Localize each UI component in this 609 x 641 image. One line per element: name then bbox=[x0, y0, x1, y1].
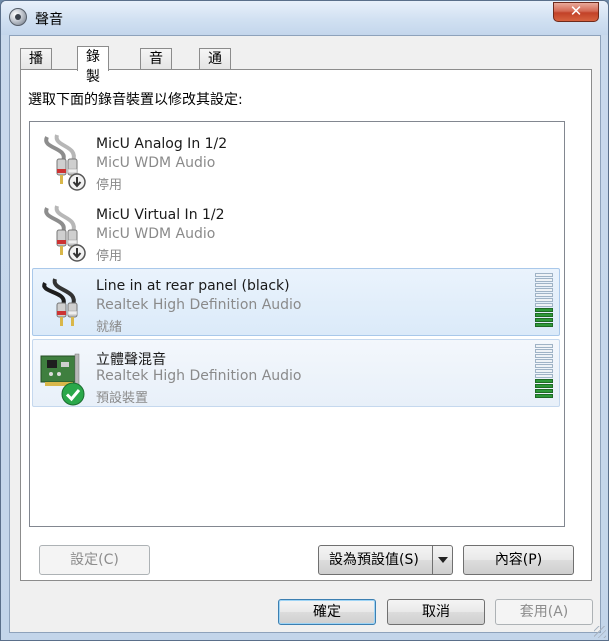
level-meter-segment bbox=[535, 389, 553, 393]
tab-sounds[interactable]: 音效 bbox=[140, 48, 172, 87]
level-meter-segment bbox=[535, 323, 553, 327]
level-meter-segment bbox=[535, 384, 553, 388]
device-driver: Realtek High Definition Audio bbox=[96, 368, 302, 384]
device-status: 停用 bbox=[96, 249, 123, 264]
level-meter-segment bbox=[535, 273, 553, 277]
device-name: MicU Analog In 1/2 bbox=[96, 136, 228, 152]
level-meter-segment bbox=[535, 359, 553, 363]
device-item-stereo-mix[interactable]: 立體聲混音 Realtek High Definition Audio 預設裝置 bbox=[32, 339, 560, 407]
level-meter-segment bbox=[535, 349, 553, 353]
level-meter-segment bbox=[535, 354, 553, 358]
device-name: Line in at rear panel (black) bbox=[96, 278, 290, 294]
level-meter-segment bbox=[535, 283, 553, 287]
disabled-arrow-badge-icon bbox=[68, 244, 86, 262]
window-title: 聲音 bbox=[35, 12, 63, 28]
sound-dialog: 聲音 ✕ 播放 錄製 音效 通訊 選取下面的錄音裝置以修改其設定: bbox=[0, 0, 609, 641]
level-meter-segment bbox=[535, 298, 553, 302]
level-meter-segment bbox=[535, 288, 553, 292]
dropdown-arrow-icon[interactable] bbox=[432, 546, 452, 574]
level-meter-segment bbox=[535, 313, 553, 317]
instruction-text: 選取下面的錄音裝置以修改其設定: bbox=[28, 92, 243, 108]
device-status: 預設裝置 bbox=[96, 391, 149, 406]
level-meter-segment bbox=[535, 303, 553, 307]
level-meter-segment bbox=[535, 379, 553, 383]
configure-button[interactable]: 設定(C) bbox=[39, 545, 150, 575]
recording-device-list[interactable]: MicU Analog In 1/2 MicU WDM Audio 停用 Mic… bbox=[29, 121, 565, 527]
level-meter-segment bbox=[535, 394, 553, 398]
level-meter-segment bbox=[535, 293, 553, 297]
dialog-client-area: 播放 錄製 音效 通訊 選取下面的錄音裝置以修改其設定: bbox=[9, 35, 601, 633]
level-meter-segment bbox=[535, 278, 553, 282]
level-meter-segment bbox=[535, 344, 553, 348]
device-driver: MicU WDM Audio bbox=[96, 226, 216, 242]
tab-communications[interactable]: 通訊 bbox=[199, 48, 231, 87]
close-button[interactable]: ✕ bbox=[553, 2, 599, 22]
tab-playback[interactable]: 播放 bbox=[20, 48, 52, 87]
set-default-label: 設為預設值(S) bbox=[329, 552, 419, 568]
device-item-micu-virtual[interactable]: MicU Virtual In 1/2 MicU WDM Audio 停用 bbox=[32, 197, 560, 265]
rca-cable-black-icon bbox=[42, 278, 78, 326]
level-meter-segment bbox=[535, 374, 553, 378]
ok-button[interactable]: 確定 bbox=[278, 599, 376, 625]
level-meter-segment bbox=[535, 308, 553, 312]
device-driver: Realtek High Definition Audio bbox=[96, 297, 302, 313]
device-status: 就緒 bbox=[96, 320, 123, 335]
level-meter-segment bbox=[535, 364, 553, 368]
default-check-icon bbox=[61, 382, 85, 406]
device-driver: MicU WDM Audio bbox=[96, 155, 216, 171]
cancel-button[interactable]: 取消 bbox=[387, 599, 485, 625]
resize-grip-icon[interactable] bbox=[594, 626, 606, 638]
level-meter-segment bbox=[535, 318, 553, 322]
tab-recording[interactable]: 錄製 bbox=[77, 46, 109, 85]
device-status: 停用 bbox=[96, 178, 123, 193]
disabled-arrow-badge-icon bbox=[68, 173, 86, 191]
apply-button[interactable]: 套用(A) bbox=[495, 599, 593, 625]
device-item-line-in[interactable]: Line in at rear panel (black) Realtek Hi… bbox=[32, 268, 560, 336]
level-meter bbox=[535, 344, 553, 398]
device-name: 立體聲混音 bbox=[96, 352, 166, 368]
title-bar[interactable]: 聲音 ✕ bbox=[1, 1, 608, 35]
speaker-icon bbox=[9, 8, 27, 26]
properties-button[interactable]: 內容(P) bbox=[463, 545, 574, 575]
set-default-split-button[interactable]: 設為預設值(S) bbox=[318, 545, 453, 575]
level-meter-segment bbox=[535, 369, 553, 373]
device-name: MicU Virtual In 1/2 bbox=[96, 207, 225, 223]
device-item-micu-analog[interactable]: MicU Analog In 1/2 MicU WDM Audio 停用 bbox=[32, 126, 560, 194]
level-meter bbox=[535, 273, 553, 327]
